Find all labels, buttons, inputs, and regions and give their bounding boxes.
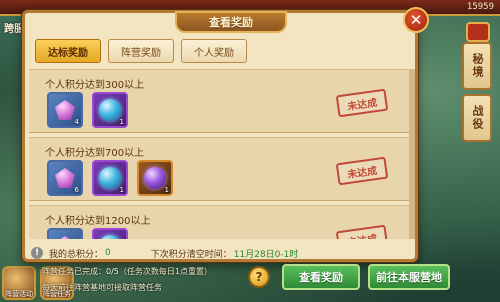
pink-gem-icon	[55, 100, 75, 120]
reward-row: 个人积分达到300以上 4 1 未达成	[29, 69, 415, 133]
status-stamp: 未达成	[335, 224, 389, 239]
help-button[interactable]: ?	[248, 266, 270, 288]
status-stamp: 未达成	[335, 88, 389, 118]
item-count: 1	[119, 118, 124, 126]
side-tab-secret-realm[interactable]: 秘境	[462, 42, 492, 90]
row-title: 个人积分达到1200以上	[45, 216, 151, 227]
clear-time-value: 11月28日0-1时	[233, 249, 299, 260]
go-camp-button[interactable]: 前往本服营地	[368, 264, 450, 290]
task-progress: 0/5	[106, 267, 119, 276]
reward-items: 4 1	[47, 92, 128, 128]
score-value: 0	[105, 248, 111, 258]
camp-task-bar: 阵营任务已完成：0/5（任务次数每日1点重置） 每天前往阵营基地可接取阵营任务	[40, 264, 280, 298]
rewards-dialog: 查看奖励 ✕ 达标奖励 阵营奖励 个人奖励 个人积分达到300以上 4 1 未达…	[22, 7, 429, 262]
view-rewards-button[interactable]: 查看奖励	[282, 264, 360, 290]
status-stamp: 未达成	[335, 156, 389, 186]
camp-activity-icon[interactable]: 阵营活动	[2, 266, 36, 300]
pink-gem-icon	[55, 168, 75, 188]
task-label: 阵营任务已完成：	[42, 267, 106, 276]
item-count: 1	[164, 186, 169, 194]
blue-orb-icon	[99, 99, 121, 121]
tab-personal-rewards[interactable]: 个人奖励	[181, 39, 247, 63]
dialog-title: 查看奖励	[209, 16, 253, 29]
top-right-number: 15959	[466, 2, 494, 12]
reward-item[interactable]	[47, 228, 83, 239]
item-count: 4	[74, 118, 79, 126]
side-tab-campaign[interactable]: 战役	[462, 94, 492, 142]
row-title: 个人积分达到700以上	[45, 148, 145, 159]
tab-camp-rewards[interactable]: 阵营奖励	[108, 39, 174, 63]
task-status-line: 阵营任务已完成：0/5（任务次数每日1点重置）	[42, 266, 212, 277]
info-icon: !	[31, 247, 43, 259]
violet-orb-icon	[144, 167, 166, 189]
notification-badge[interactable]	[466, 22, 490, 42]
row-title: 个人积分达到300以上	[45, 80, 145, 91]
reward-tabs: 达标奖励 阵营奖励 个人奖励	[35, 39, 247, 63]
reward-item[interactable]: 1	[92, 160, 128, 196]
tab-standard-rewards[interactable]: 达标奖励	[35, 39, 101, 63]
blue-orb-icon	[99, 235, 121, 239]
info-bar: ! 我的总积分： 0 下次积分清空时间： 11月28日0-1时	[31, 245, 415, 261]
task-note: （任务次数每日1点重置）	[118, 267, 212, 276]
list-scrollbar[interactable]	[409, 69, 415, 239]
reward-item[interactable]: 1	[92, 92, 128, 128]
reward-items: 6 1 1	[47, 160, 173, 196]
item-count: 1	[119, 186, 124, 194]
reward-item[interactable]: 1	[137, 160, 173, 196]
reward-item[interactable]: 4	[47, 92, 83, 128]
reward-row: 个人积分达到700以上 6 1 1 未达成	[29, 137, 415, 201]
reward-row: 个人积分达到1200以上 未达成	[29, 205, 415, 239]
pink-gem-icon	[55, 236, 75, 239]
top-left-title: 跨服	[4, 24, 24, 35]
item-count: 6	[74, 186, 79, 194]
camp-activity-label: 阵营活动	[5, 290, 33, 298]
close-button[interactable]: ✕	[403, 7, 429, 33]
reward-items	[47, 228, 128, 239]
reward-item[interactable]: 6	[47, 160, 83, 196]
reward-item[interactable]	[92, 228, 128, 239]
reward-list[interactable]: 个人积分达到300以上 4 1 未达成 个人积分达到700以上 6 1 1 未达…	[29, 69, 415, 239]
task-hint: 每天前往阵营基地可接取阵营任务	[42, 283, 162, 292]
score-label: 我的总积分：	[49, 249, 104, 260]
blue-orb-icon	[99, 167, 121, 189]
dialog-header: 查看奖励	[175, 11, 287, 33]
clear-time-label: 下次积分清空时间：	[150, 249, 232, 260]
